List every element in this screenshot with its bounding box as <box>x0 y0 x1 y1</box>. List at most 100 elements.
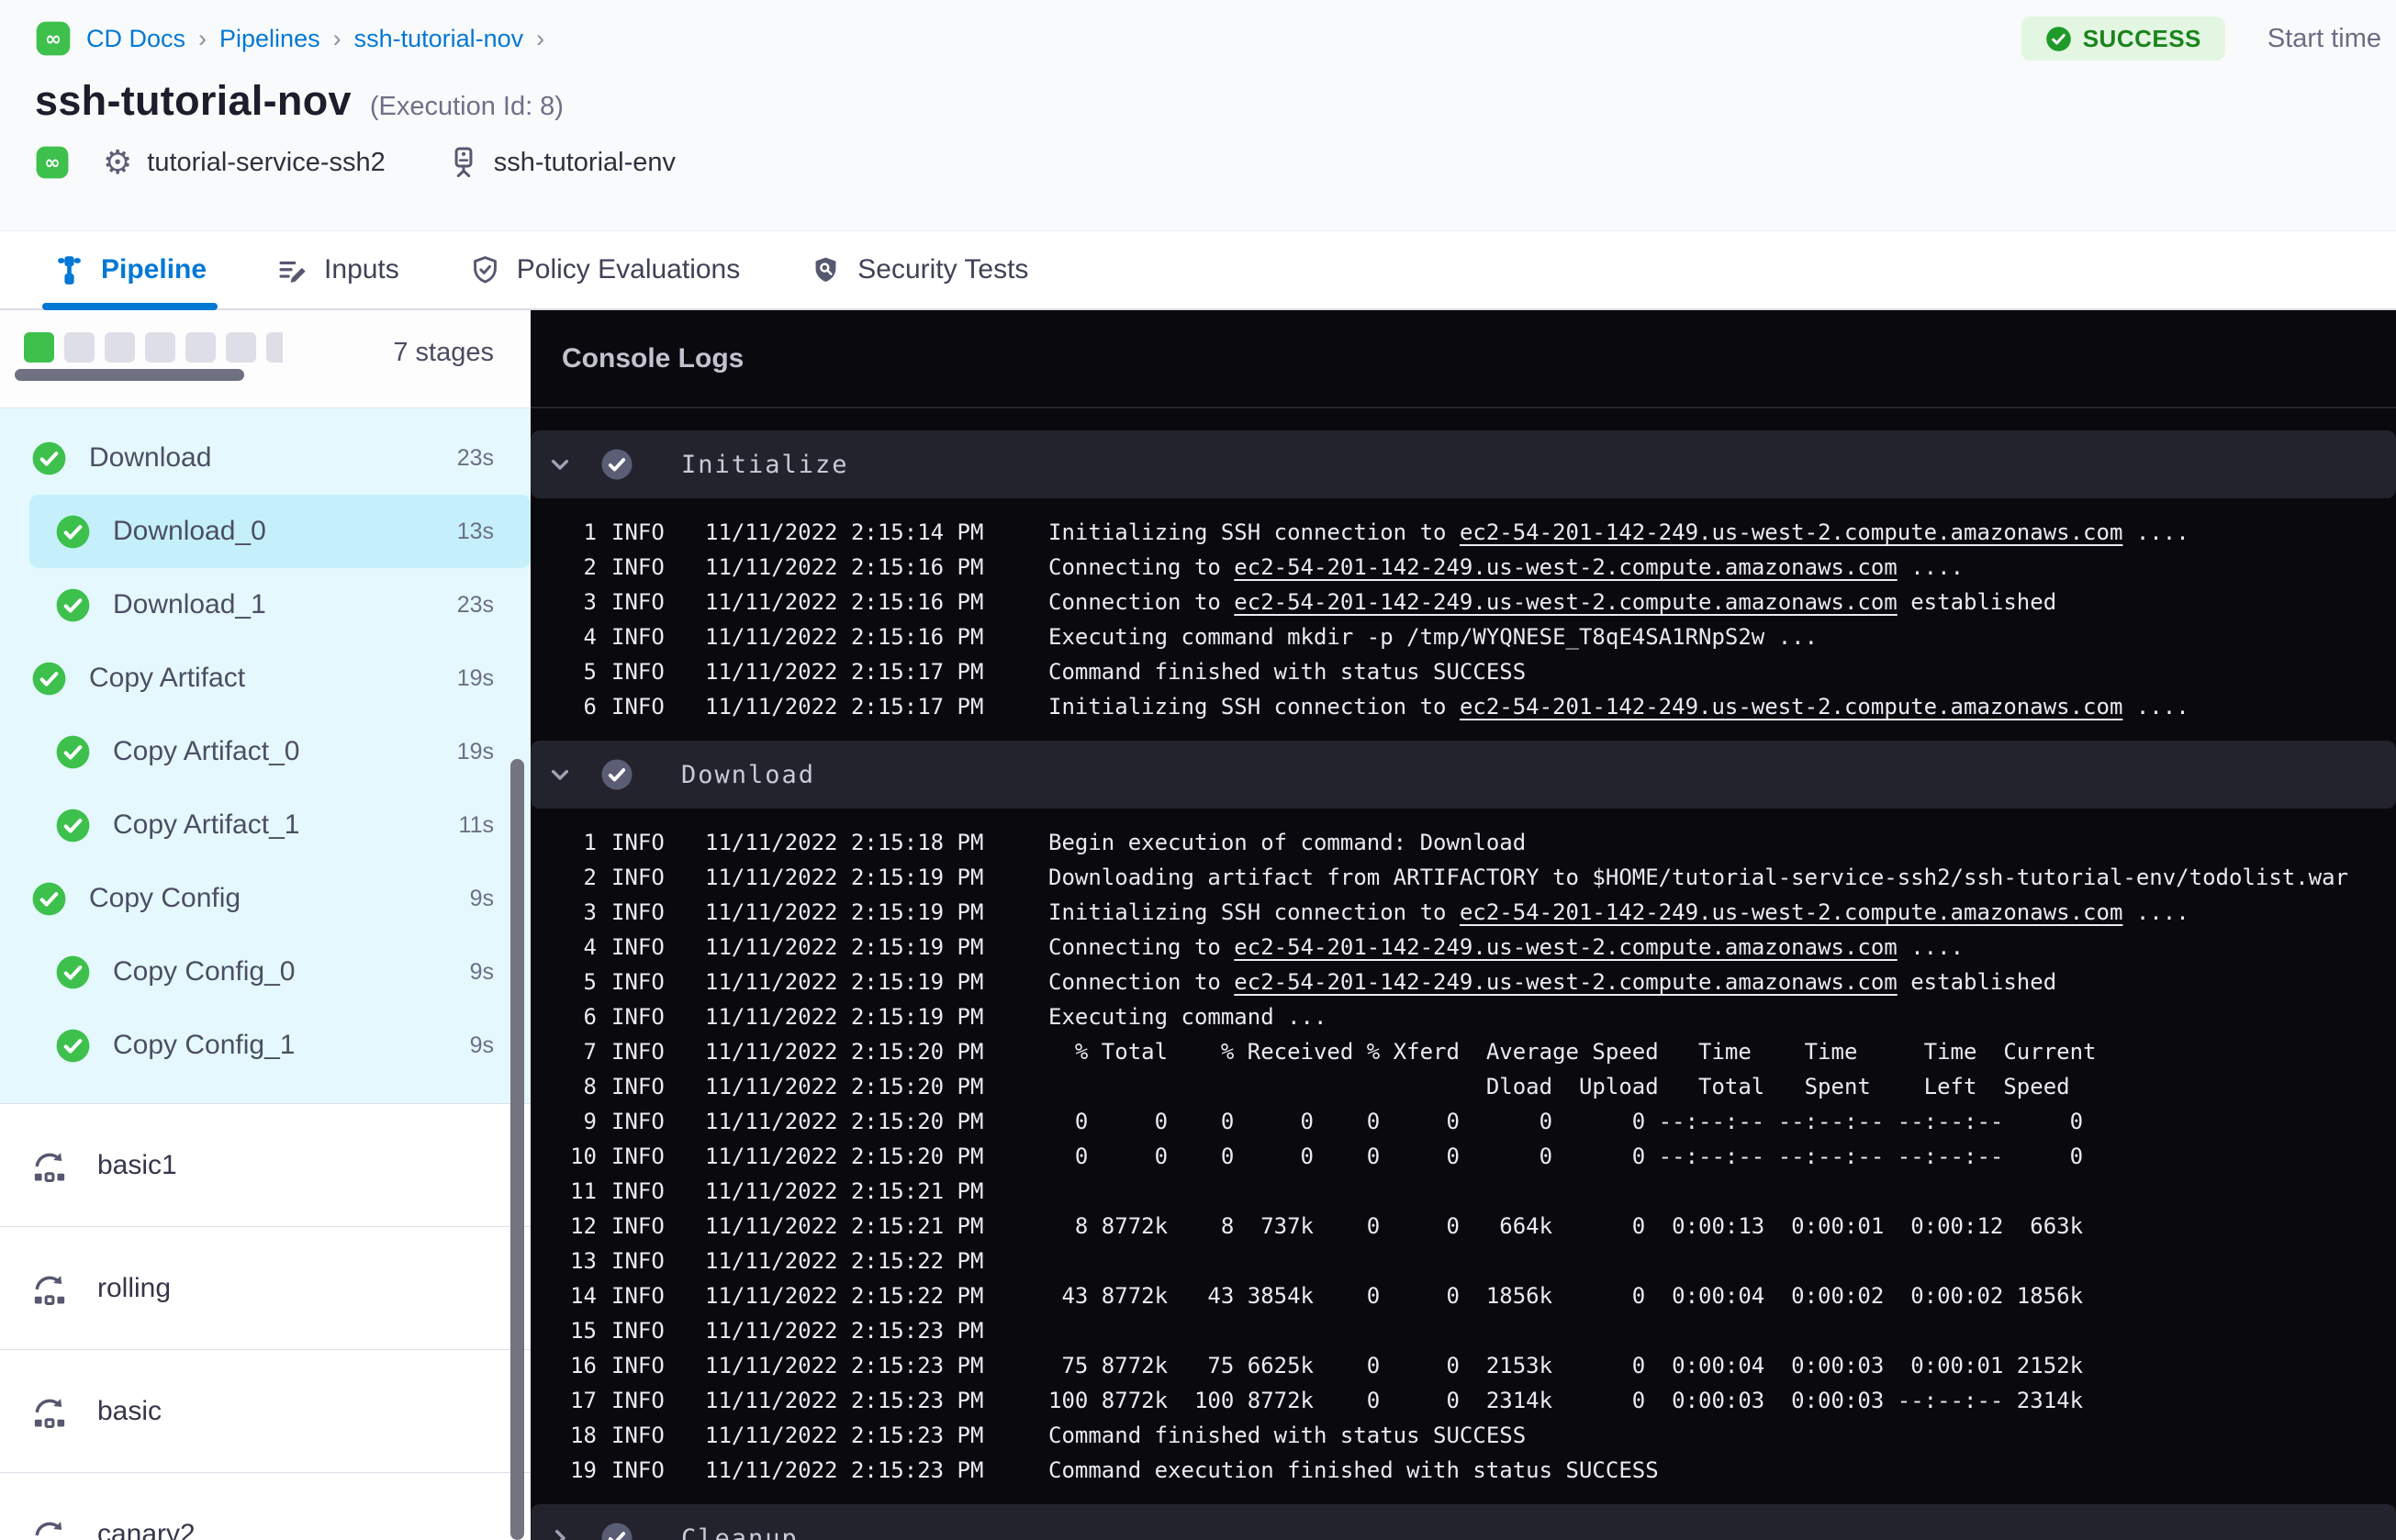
stage-row-copy-config_1[interactable]: Copy Config_1 9s <box>0 1009 531 1082</box>
tab-label: Security Tests <box>857 254 1029 285</box>
log-text: .... <box>2122 694 2189 720</box>
log-message <box>1048 1174 2396 1209</box>
stage-row-copy-artifact[interactable]: Copy Artifact 19s <box>0 642 531 715</box>
rollout-icon <box>28 1391 72 1432</box>
log-message: Begin execution of command: Download <box>1048 825 2396 860</box>
pipeline-item-canary2[interactable]: canary2 <box>0 1473 531 1540</box>
breadcrumb-link[interactable]: CD Docs <box>86 25 185 53</box>
log-text: Connection to <box>1048 969 1235 995</box>
log-level: INFO <box>611 1213 665 1239</box>
log-line: 1 INFO 11/11/2022 2:15:18 PM Begin executio… <box>531 825 2396 860</box>
log-line: 3 INFO 11/11/2022 2:15:19 PM Initializing S… <box>531 895 2396 930</box>
log-line-number: 17 <box>570 1388 597 1413</box>
stage-row-download_1[interactable]: Download_1 23s <box>0 568 531 642</box>
stage-row-download[interactable]: Download 23s <box>0 421 531 495</box>
stage-duration: 23s <box>456 591 494 618</box>
stage-name: Download_1 <box>113 589 266 619</box>
status-badge: SUCCESS <box>2021 17 2225 61</box>
log-line: 5 INFO 11/11/2022 2:15:17 PM Command finish… <box>531 654 2396 689</box>
sidebar-vertical-scrollbar[interactable] <box>510 759 524 1540</box>
log-section-header-download[interactable]: Download <box>531 741 2396 809</box>
log-timestamp: 11/11/2022 2:15:18 PM <box>705 830 984 855</box>
pipeline-item-label: rolling <box>97 1272 172 1303</box>
environment-name: ssh-tutorial-env <box>493 147 677 177</box>
log-message: 43 8772k 43 3854k 0 0 1856k 0 0:00:04 0:… <box>1048 1278 2396 1313</box>
log-line-number: 1 <box>583 830 597 855</box>
tab-label: Inputs <box>324 254 399 285</box>
stage-success-check-icon <box>55 514 91 550</box>
log-line: 17 INFO 11/11/2022 2:15:23 PM 100 8772k 100… <box>531 1383 2396 1418</box>
host-link[interactable]: ec2-54-201-142-249.us-west-2.compute.ama… <box>1460 519 2122 545</box>
log-line: 5 INFO 11/11/2022 2:15:19 PM Connection to … <box>531 965 2396 999</box>
log-line: 6 INFO 11/11/2022 2:15:19 PM Executing comm… <box>531 999 2396 1034</box>
host-link[interactable]: ec2-54-201-142-249.us-west-2.compute.ama… <box>1234 934 1897 960</box>
stage-success-check-icon <box>55 954 91 990</box>
tab-security-tests[interactable]: Security Tests <box>810 231 1028 308</box>
stage-row-copy-config_0[interactable]: Copy Config_0 9s <box>0 935 531 1009</box>
log-line: 12 INFO 11/11/2022 2:15:21 PM 8 8772k 8 73… <box>531 1209 2396 1244</box>
svg-text:∞: ∞ <box>44 151 60 173</box>
pipeline-icon <box>53 254 85 286</box>
log-text: Initializing SSH connection to <box>1048 519 1460 545</box>
log-message: 100 8772k 100 8772k 0 0 2314k 0 0:00:03 … <box>1048 1383 2396 1418</box>
log-timestamp: 11/11/2022 2:15:20 PM <box>705 1109 984 1134</box>
log-message: 0 0 0 0 0 0 0 0 --:--:-- --:--:-- --:--:… <box>1048 1139 2396 1174</box>
title-row: ssh-tutorial-nov (Execution Id: 8) <box>35 77 564 125</box>
tab-pipeline[interactable]: Pipeline <box>41 231 218 310</box>
stage-duration: 19s <box>456 738 494 764</box>
log-level: INFO <box>611 694 665 720</box>
host-link[interactable]: ec2-54-201-142-249.us-west-2.compute.ama… <box>1234 969 1897 995</box>
log-line-number: 18 <box>570 1423 597 1448</box>
stages-header: 7 stages <box>0 310 531 408</box>
log-section-title: Initialize <box>681 450 849 479</box>
log-timestamp: 11/11/2022 2:15:17 PM <box>705 694 984 720</box>
log-line-number: 6 <box>583 1004 597 1030</box>
log-text: 0 0 0 0 0 0 0 0 --:--:-- --:--:-- --:--:… <box>1048 1144 2084 1169</box>
host-link[interactable]: ec2-54-201-142-249.us-west-2.compute.ama… <box>1460 899 2122 925</box>
breadcrumb-link[interactable]: Pipelines <box>219 25 320 53</box>
log-line-number: 4 <box>583 934 597 960</box>
stage-row-copy-config[interactable]: Copy Config 9s <box>0 862 531 935</box>
stage-duration: 23s <box>456 444 494 471</box>
stage-success-check-icon <box>31 441 67 476</box>
log-message: % Total % Received % Xferd Average Speed… <box>1048 1034 2396 1069</box>
host-link[interactable]: ec2-54-201-142-249.us-west-2.compute.ama… <box>1460 694 2122 720</box>
log-level: INFO <box>611 1423 665 1448</box>
pipeline-item-rolling[interactable]: rolling <box>0 1227 531 1350</box>
stages-horizontal-scrollbar[interactable] <box>15 369 244 381</box>
log-message: Initializing SSH connection to ec2-54-20… <box>1048 895 2396 930</box>
host-link[interactable]: ec2-54-201-142-249.us-west-2.compute.ama… <box>1234 554 1897 580</box>
log-timestamp: 11/11/2022 2:15:23 PM <box>705 1388 984 1413</box>
pipeline-item-basic1[interactable]: basic1 <box>0 1104 531 1227</box>
pipeline-item-basic[interactable]: basic <box>0 1350 531 1473</box>
log-message: Command execution finished with status S… <box>1048 1453 2396 1488</box>
log-line-number: 2 <box>583 554 597 580</box>
log-section-header-cleanup[interactable]: Cleanup <box>531 1504 2396 1540</box>
harness-logo-icon: ∞ <box>35 20 72 57</box>
log-line: 14 INFO 11/11/2022 2:15:22 PM 43 8772k 43 … <box>531 1278 2396 1313</box>
log-level: INFO <box>611 969 665 995</box>
section-success-check-icon <box>600 448 633 481</box>
pipeline-item-label: basic1 <box>97 1149 177 1180</box>
log-section-header-initialize[interactable]: Initialize <box>531 430 2396 498</box>
log-text: Connecting to <box>1048 554 1235 580</box>
pipeline-item-label: canary2 <box>97 1518 196 1540</box>
host-link[interactable]: ec2-54-201-142-249.us-west-2.compute.ama… <box>1234 589 1897 615</box>
stage-row-copy-artifact_0[interactable]: Copy Artifact_0 19s <box>0 715 531 788</box>
log-text: Executing command ... <box>1048 1004 1327 1030</box>
stage-row-copy-artifact_1[interactable]: Copy Artifact_1 11s <box>0 788 531 862</box>
log-text: Command finished with status SUCCESS <box>1048 1423 1527 1448</box>
breadcrumb-row: ∞ CD Docs › Pipelines › ssh-tutorial-nov › <box>35 20 544 57</box>
tab-policy-evaluations[interactable]: Policy Evaluations <box>469 231 740 308</box>
log-timestamp: 11/11/2022 2:15:23 PM <box>705 1353 984 1378</box>
log-line: 4 INFO 11/11/2022 2:15:19 PM Connecting to … <box>531 930 2396 965</box>
log-message: 75 8772k 75 6625k 0 0 2153k 0 0:00:04 0:… <box>1048 1348 2396 1383</box>
stage-success-check-icon <box>31 881 67 917</box>
tab-inputs[interactable]: Inputs <box>276 231 399 308</box>
breadcrumb-link[interactable]: ssh-tutorial-nov <box>354 25 524 53</box>
log-timestamp: 11/11/2022 2:15:19 PM <box>705 934 984 960</box>
service-name: tutorial-service-ssh2 <box>147 147 386 177</box>
stage-row-download_0[interactable]: Download_0 13s <box>29 495 531 568</box>
log-text: 8 8772k 8 737k 0 0 664k 0 0:00:13 0:00:0… <box>1048 1213 2084 1239</box>
log-text: Connecting to <box>1048 934 1235 960</box>
